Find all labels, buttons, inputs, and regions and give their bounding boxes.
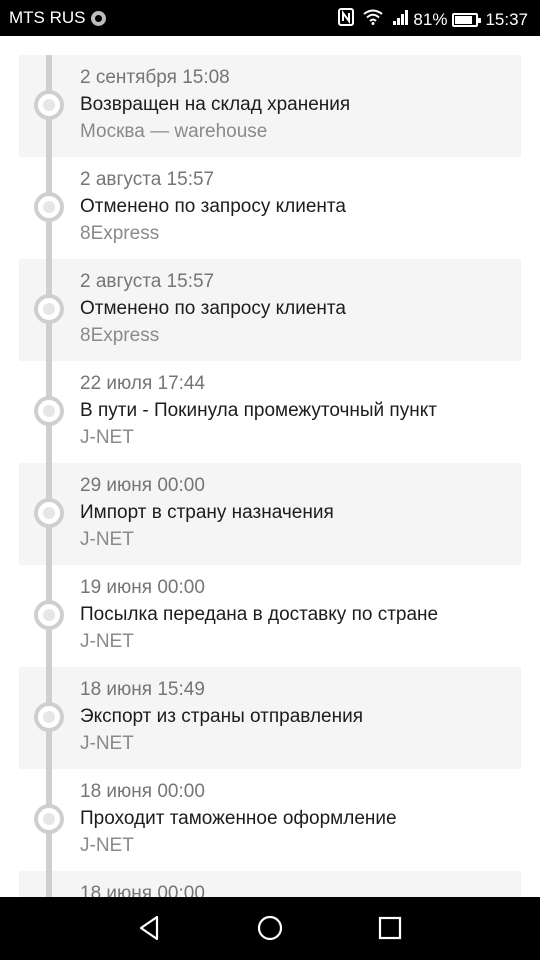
event-date: 2 сентября 15:08: [80, 67, 230, 88]
event-date: 22 июля 17:44: [80, 373, 206, 394]
status-left: MTS RUS: [9, 8, 106, 28]
event-status: Экспорт из страны отправления: [80, 706, 364, 727]
navigation-bar: [0, 897, 540, 960]
event-date: 18 июня 00:00: [80, 883, 205, 897]
event-source: J-NET: [80, 427, 134, 448]
event-date: 2 августа 15:57: [80, 169, 215, 190]
event-status: Проходит таможенное оформление: [80, 808, 397, 829]
timeline-dot-icon: [34, 498, 64, 528]
event-source: 8Express: [80, 223, 160, 244]
timeline-dot-icon: [34, 804, 64, 834]
clock: 15:37: [485, 9, 528, 29]
event-status: Отменено по запросу клиента: [80, 298, 346, 319]
home-circle-icon[interactable]: [255, 913, 285, 943]
back-triangle-icon[interactable]: [135, 913, 165, 943]
timeline-dot-icon: [34, 396, 64, 426]
event-status: В пути - Покинула промежуточный пункт: [80, 400, 437, 421]
tracking-event[interactable]: 22 июля 17:44 В пути - Покинула промежуто…: [19, 361, 521, 463]
tracking-history[interactable]: 2 сентября 15:08 Возвращен на склад хране…: [0, 36, 540, 897]
carrier-name: MTS RUS: [9, 8, 86, 27]
event-status: Возвращен на склад хранения: [80, 94, 351, 115]
status-bar: MTS RUS 81% 15:37: [0, 0, 540, 36]
status-right: 81% 15:37: [329, 8, 528, 31]
event-source: 8Express: [80, 325, 160, 346]
event-source: J-NET: [80, 733, 134, 754]
battery-percent: 81%: [413, 9, 448, 29]
timeline-dot-icon: [34, 90, 64, 120]
event-source: J-NET: [80, 529, 134, 550]
event-date: 2 августа 15:57: [80, 271, 215, 292]
signal-icon: [392, 9, 410, 30]
tracking-event[interactable]: 19 июня 00:00 Посылка передана в доставку…: [19, 565, 521, 667]
event-source: J-NET: [80, 631, 134, 652]
timeline-line: [46, 55, 52, 897]
timeline-dot-icon: [34, 600, 64, 630]
event-date: 18 июня 15:49: [80, 679, 205, 700]
event-list: 2 сентября 15:08 Возвращен на склад хране…: [19, 55, 521, 897]
battery-icon: [452, 12, 482, 27]
timeline-dot-icon: [34, 294, 64, 324]
event-status: Посылка передана в доставку по стране: [80, 604, 439, 625]
recents-square-icon[interactable]: [375, 913, 405, 943]
tracking-event[interactable]: 29 июня 00:00 Импорт в страну назначения J…: [19, 463, 521, 565]
tracking-event[interactable]: 2 сентября 15:08 Возвращен на склад хране…: [19, 55, 521, 157]
tracking-event[interactable]: 18 июня 00:00: [19, 871, 521, 897]
event-date: 19 июня 00:00: [80, 577, 205, 598]
tracking-event[interactable]: 2 августа 15:57 Отменено по запросу клиен…: [19, 157, 521, 259]
event-status: Импорт в страну назначения: [80, 502, 334, 523]
timeline-dot-icon: [34, 192, 64, 222]
event-source: J-NET: [80, 835, 134, 856]
event-source: Москва — warehouse: [80, 121, 268, 142]
event-date: 29 июня 00:00: [80, 475, 205, 496]
event-status: Отменено по запросу клиента: [80, 196, 346, 217]
timeline-dot-icon: [34, 702, 64, 732]
carrier-badge-icon: [90, 10, 106, 26]
timeline: 2 сентября 15:08 Возвращен на склад хране…: [19, 55, 521, 897]
nfc-icon: [338, 8, 355, 31]
tracking-event[interactable]: 18 июня 15:49 Экспорт из страны отправлен…: [19, 667, 521, 769]
wifi-icon: [363, 9, 384, 30]
tracking-event[interactable]: 2 августа 15:57 Отменено по запросу клиен…: [19, 259, 521, 361]
tracking-event[interactable]: 18 июня 00:00 Проходит таможенное оформле…: [19, 769, 521, 871]
event-date: 18 июня 00:00: [80, 781, 205, 802]
